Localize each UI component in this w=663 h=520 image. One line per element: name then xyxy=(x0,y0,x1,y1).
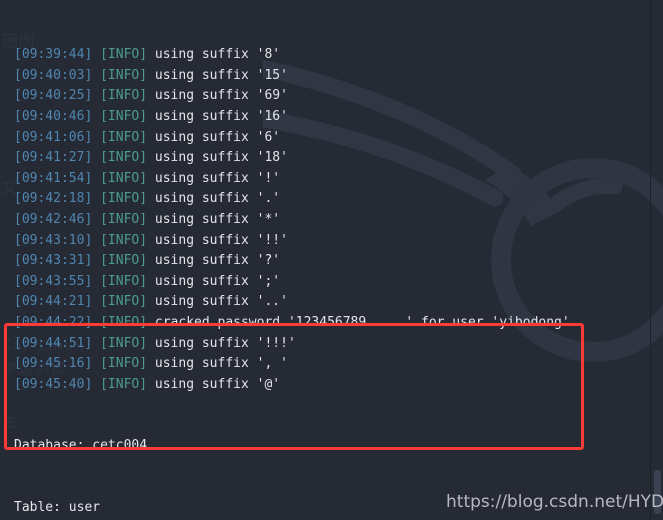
scrollbar-thumb[interactable] xyxy=(654,470,661,514)
log-line: [09:41:54] [INFO] using suffix '!' xyxy=(14,169,663,190)
log-message: using suffix '..' xyxy=(147,294,288,310)
log-level: [INFO] xyxy=(100,67,148,83)
log-timestamp: [09:40:03] xyxy=(14,67,101,83)
log-timestamp: [09:41:27] xyxy=(14,150,101,166)
terminal-window: 图例 文 Kali Linux 渗透测试 主 [09:39:44] [INFO]… xyxy=(0,0,663,520)
log-line: [09:41:27] [INFO] using suffix '18' xyxy=(14,148,663,169)
log-timestamp: [09:41:06] xyxy=(14,129,101,145)
log-timestamp: [09:45:40] xyxy=(14,376,101,392)
log-line: [09:44:51] [INFO] using suffix '!!!' xyxy=(14,334,663,355)
log-message: using suffix '?' xyxy=(147,253,281,269)
log-level: [INFO] xyxy=(100,170,148,186)
terminal-output: [09:39:44] [INFO] using suffix '8' [09:40… xyxy=(0,0,663,520)
log-timestamp: [09:42:46] xyxy=(14,211,101,227)
log-timestamp: [09:44:51] xyxy=(14,335,101,351)
log-line: [09:41:06] [INFO] using suffix '6' xyxy=(14,128,663,149)
log-message: using suffix '15' xyxy=(147,67,288,83)
log-timestamp: [09:44:22] xyxy=(14,314,101,330)
log-message: using suffix '16' xyxy=(147,108,288,124)
log-message: using suffix '6' xyxy=(147,129,281,145)
log-timestamp: [09:43:55] xyxy=(14,273,101,289)
log-line: [09:44:22] [INFO] cracked password '1234… xyxy=(14,313,663,334)
log-message: cracked password '123456789 ... ' for us… xyxy=(147,314,570,330)
log-level: [INFO] xyxy=(100,88,148,104)
log-line: [09:44:21] [INFO] using suffix '..' xyxy=(14,292,663,313)
log-message: using suffix '8' xyxy=(147,47,281,63)
log-message: using suffix '69' xyxy=(147,88,288,104)
log-message: using suffix ';' xyxy=(147,273,281,289)
log-level: [INFO] xyxy=(100,108,148,124)
log-line: [09:43:55] [INFO] using suffix ';' xyxy=(14,272,663,293)
log-level: [INFO] xyxy=(100,356,148,372)
log-timestamp: [09:40:25] xyxy=(14,88,101,104)
log-level: [INFO] xyxy=(100,47,148,63)
log-line: [09:45:40] [INFO] using suffix '@' xyxy=(14,375,663,396)
log-level: [INFO] xyxy=(100,253,148,269)
log-line: [09:40:46] [INFO] using suffix '16' xyxy=(14,107,663,128)
log-message: using suffix '@' xyxy=(147,376,281,392)
log-message: using suffix '*' xyxy=(147,211,281,227)
log-line: [09:42:18] [INFO] using suffix '.' xyxy=(14,189,663,210)
log-message: using suffix '!!!' xyxy=(147,335,296,351)
log-level: [INFO] xyxy=(100,314,148,330)
log-line: [09:42:46] [INFO] using suffix '*' xyxy=(14,210,663,231)
log-line: [09:40:25] [INFO] using suffix '69' xyxy=(14,86,663,107)
log-level: [INFO] xyxy=(100,335,148,351)
log-level: [INFO] xyxy=(100,191,148,207)
log-message: using suffix ', ' xyxy=(147,356,288,372)
log-message: using suffix '!' xyxy=(147,170,281,186)
log-timestamp: [09:42:18] xyxy=(14,191,101,207)
log-timestamp: [09:41:54] xyxy=(14,170,101,186)
log-level: [INFO] xyxy=(100,273,148,289)
log-level: [INFO] xyxy=(100,129,148,145)
log-line: [09:43:10] [INFO] using suffix '!!' xyxy=(14,231,663,252)
log-timestamp: [09:39:44] xyxy=(14,47,101,63)
log-line: [09:45:16] [INFO] using suffix ', ' xyxy=(14,354,663,375)
database-line: Database: cetc004 xyxy=(14,438,148,454)
log-level: [INFO] xyxy=(100,294,148,310)
log-message: using suffix '!!' xyxy=(147,232,288,248)
log-timestamp: [09:43:10] xyxy=(14,232,101,248)
log-message: using suffix '.' xyxy=(147,191,281,207)
table-line: Table: user xyxy=(14,500,101,516)
log-timestamp: [09:40:46] xyxy=(14,108,101,124)
log-timestamp: [09:44:21] xyxy=(14,294,101,310)
log-level: [INFO] xyxy=(100,376,148,392)
log-message: using suffix '18' xyxy=(147,150,288,166)
log-level: [INFO] xyxy=(100,211,148,227)
log-timestamp: [09:43:31] xyxy=(14,253,101,269)
log-line: [09:43:31] [INFO] using suffix '?' xyxy=(14,251,663,272)
log-line: [09:40:03] [INFO] using suffix '15' xyxy=(14,66,663,87)
log-line: [09:39:44] [INFO] using suffix '8' xyxy=(14,45,663,66)
log-timestamp: [09:45:16] xyxy=(14,356,101,372)
log-line-list: [09:39:44] [INFO] using suffix '8' [09:40… xyxy=(14,45,663,395)
log-level: [INFO] xyxy=(100,232,148,248)
log-level: [INFO] xyxy=(100,150,148,166)
